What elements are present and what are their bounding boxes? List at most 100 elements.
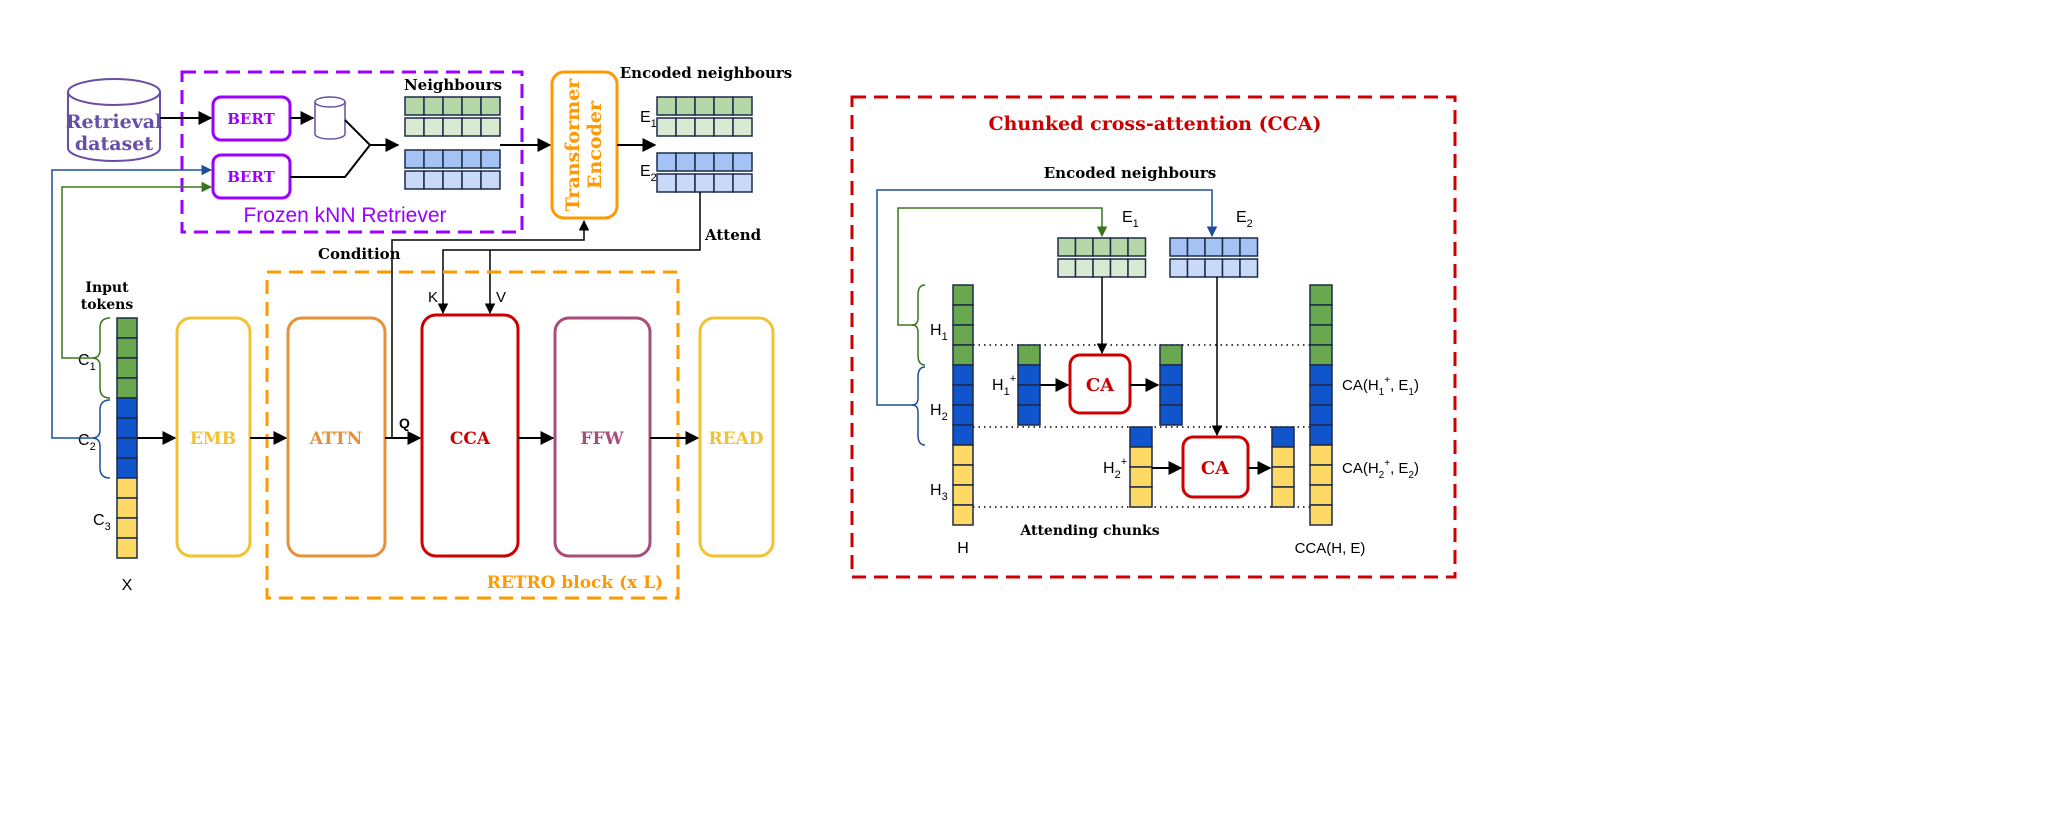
- grid-cell: [1109, 237, 1129, 257]
- token-cell: [1309, 404, 1333, 426]
- c1-label: C1: [78, 352, 96, 373]
- grid-cell: [442, 170, 463, 190]
- token-cell: [1271, 486, 1295, 508]
- grid-cell: [1092, 258, 1112, 278]
- grid-cell: [1057, 237, 1077, 257]
- grid-cell: [1204, 237, 1224, 257]
- input-tokens-label: Input: [85, 280, 129, 296]
- attending-chunks-label: Attending chunks: [1019, 523, 1159, 539]
- encoded-neighbours-grid: [656, 96, 753, 193]
- token-cell: [1309, 484, 1333, 506]
- token-cell: [1159, 344, 1183, 366]
- grid-cell: [442, 149, 463, 169]
- token-cell: [1309, 284, 1333, 306]
- grid-cell: [1057, 258, 1077, 278]
- grid-cell: [1127, 258, 1147, 278]
- grid-cell: [404, 117, 425, 137]
- grid-cell: [656, 152, 677, 172]
- grid-cell: [713, 173, 734, 193]
- token-cell: [1017, 384, 1041, 406]
- cca-label: CCA: [450, 429, 491, 449]
- token-cell: [952, 444, 974, 466]
- ca-label: CA: [1086, 375, 1115, 396]
- retriever-label: Frozen kNN Retriever: [243, 204, 446, 227]
- h2-plus-label: H2+: [1103, 456, 1127, 481]
- token-cell: [1129, 486, 1153, 508]
- grid-cell: [713, 152, 734, 172]
- token-cell: [952, 324, 974, 346]
- input-tokens-label: tokens: [81, 297, 134, 313]
- input-token-column: [116, 317, 138, 559]
- grid-cell: [732, 117, 753, 137]
- retro-architecture-diagram: Retrieval dataset Frozen kNN Retriever B…: [51, 64, 1457, 600]
- grid-cell: [423, 149, 444, 169]
- token-cell: [1309, 424, 1333, 446]
- grid-cell: [713, 96, 734, 116]
- c3-label: C3: [93, 512, 111, 533]
- grid-cell: [732, 96, 753, 116]
- token-cell: [116, 517, 138, 539]
- retro-overview: Retrieval dataset Frozen kNN Retriever B…: [51, 64, 792, 600]
- token-cell: [116, 417, 138, 439]
- grid-cell: [480, 117, 501, 137]
- e2-label: E2: [640, 163, 657, 184]
- token-cell: [1017, 364, 1041, 386]
- grid-cell: [404, 149, 425, 169]
- grid-cell: [461, 117, 482, 137]
- grid-cell: [694, 152, 715, 172]
- grid-cell: [1204, 258, 1224, 278]
- token-cell: [1309, 464, 1333, 486]
- hidden-state-columns: [952, 284, 1333, 526]
- grid-cell: [713, 117, 734, 137]
- grid-cell: [1074, 258, 1094, 278]
- token-cell: [952, 304, 974, 326]
- grid-cell: [675, 152, 696, 172]
- h-label: H: [957, 540, 969, 557]
- q-label: Q: [399, 415, 410, 431]
- neighbours-grid: [404, 96, 501, 190]
- token-cell: [116, 537, 138, 559]
- token-cell: [952, 284, 974, 306]
- grid-cell: [675, 96, 696, 116]
- bert-label: BERT: [227, 168, 275, 186]
- grid-cell: [404, 96, 425, 116]
- grid-cell: [423, 96, 444, 116]
- token-cell: [1129, 466, 1153, 488]
- h1-plus-label: H1+: [992, 373, 1016, 398]
- encoder-label: Transformer: [562, 78, 584, 212]
- retrieval-dataset-label: dataset: [75, 133, 153, 155]
- condition-label: Condition: [318, 245, 401, 263]
- grid-cell: [442, 96, 463, 116]
- grid-cell: [694, 117, 715, 137]
- neighbours-label: Neighbours: [404, 76, 502, 94]
- grid-cell: [656, 117, 677, 137]
- c2-label: C2: [78, 432, 96, 453]
- retro-block-label: RETRO block (x L): [487, 573, 663, 593]
- c1-brace: [91, 317, 111, 399]
- token-cell: [1159, 364, 1183, 386]
- grid-cell: [1221, 258, 1241, 278]
- token-cell: [116, 317, 138, 339]
- e1-label: E1: [1122, 209, 1139, 230]
- grid-cell: [480, 149, 501, 169]
- ca-label: CA: [1201, 458, 1230, 479]
- token-cell: [1129, 426, 1153, 448]
- read-label: READ: [708, 429, 763, 449]
- grid-cell: [732, 152, 753, 172]
- grid-cell: [461, 149, 482, 169]
- e1-label: E1: [640, 109, 657, 130]
- token-cell: [1159, 384, 1183, 406]
- cca-detail: Chunked cross-attention (CCA) Encoded ne…: [850, 95, 1457, 579]
- x-label: X: [122, 577, 133, 594]
- token-cell: [1129, 446, 1153, 468]
- grid-cell: [1239, 258, 1259, 278]
- encoded-neighbours-label: Encoded neighbours: [1044, 164, 1217, 182]
- h1-brace: [911, 284, 926, 366]
- token-cell: [116, 457, 138, 479]
- token-cell: [116, 397, 138, 419]
- token-cell: [952, 424, 974, 446]
- token-cell: [952, 364, 974, 386]
- cca-output-label: CCA(H, E): [1295, 540, 1366, 557]
- grid-cell: [675, 117, 696, 137]
- grid-cell: [1186, 237, 1206, 257]
